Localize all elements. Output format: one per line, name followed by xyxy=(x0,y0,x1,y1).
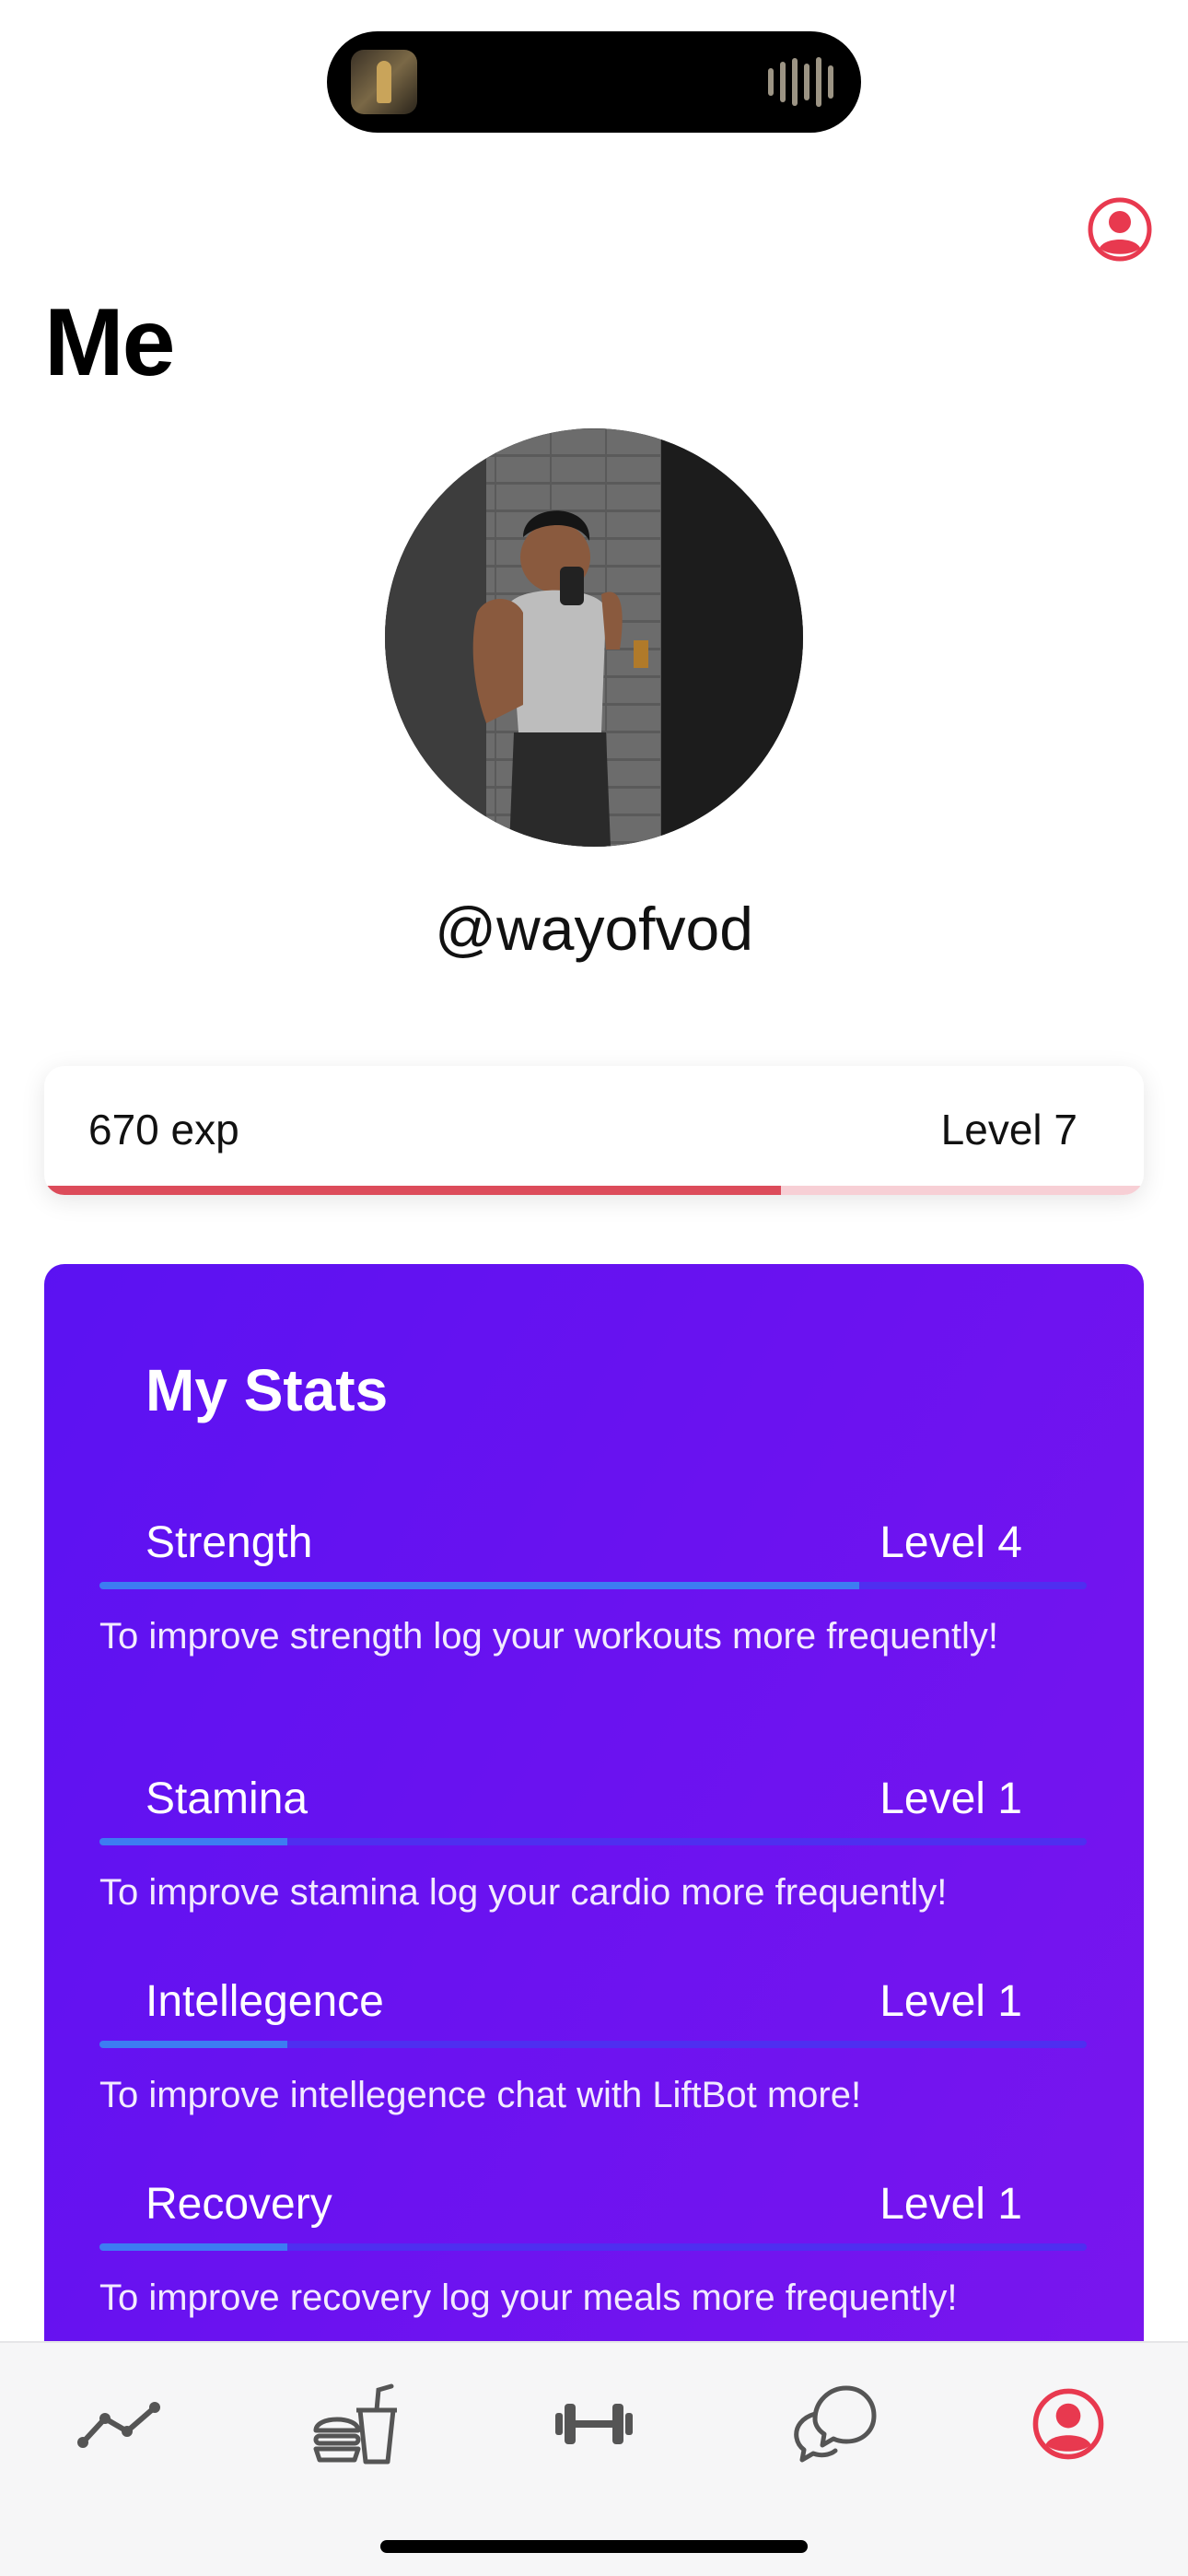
stat-level: Level 1 xyxy=(879,2180,1022,2229)
stat-name: Intellegence xyxy=(146,1977,384,2026)
stat-progress-fill xyxy=(99,1838,287,1845)
stats-title: My Stats xyxy=(146,1357,389,1423)
stat-level: Level 1 xyxy=(879,1774,1022,1823)
stat-progress-fill xyxy=(99,1582,860,1589)
chart-line-icon xyxy=(77,2402,160,2448)
exp-progress-track xyxy=(44,1186,1144,1195)
profile-photo xyxy=(385,428,803,847)
stat-hint: To improve stamina log your cardio more … xyxy=(99,1872,948,1913)
stat-progress-track xyxy=(99,2243,1087,2251)
audio-waveform-icon xyxy=(768,56,833,108)
home-indicator[interactable] xyxy=(380,2540,808,2553)
stat-name: Strength xyxy=(146,1518,313,1567)
stat-hint: To improve recovery log your meals more … xyxy=(99,2277,958,2318)
tab-progress[interactable] xyxy=(69,2380,170,2468)
my-stats-card: My Stats Strength Level 4 To improve str… xyxy=(44,1264,1144,2462)
stat-hint: To improve intellegence chat with LiftBo… xyxy=(99,2075,862,2115)
stat-progress-track xyxy=(99,2041,1087,2048)
tab-workouts[interactable] xyxy=(543,2380,645,2468)
level-label: Level 7 xyxy=(940,1106,1077,1153)
experience-card: 670 exp Level 7 xyxy=(44,1066,1144,1195)
stat-progress-track xyxy=(99,1582,1087,1589)
stat-level: Level 4 xyxy=(879,1518,1022,1567)
exp-label: 670 exp xyxy=(88,1106,239,1153)
avatar[interactable] xyxy=(385,428,803,847)
dynamic-island xyxy=(327,31,861,133)
chat-bubbles-icon xyxy=(794,2385,877,2463)
stat-progress-fill xyxy=(99,2243,287,2251)
username: @wayofvod xyxy=(435,895,753,963)
stat-progress-fill xyxy=(99,2041,287,2048)
now-playing-artwork xyxy=(351,50,417,114)
stat-progress-track xyxy=(99,1838,1087,1845)
person-circle-icon xyxy=(1032,2388,1104,2460)
page-title: Me xyxy=(44,289,175,396)
stat-name: Recovery xyxy=(146,2180,332,2229)
meal-icon xyxy=(313,2383,397,2465)
tab-meals[interactable] xyxy=(304,2380,405,2468)
dumbbell-icon xyxy=(555,2404,633,2444)
stat-level: Level 1 xyxy=(879,1977,1022,2026)
person-circle-icon xyxy=(1088,197,1152,262)
profile-button[interactable] xyxy=(1087,196,1153,263)
stat-name: Stamina xyxy=(146,1774,309,1823)
stat-hint: To improve strength log your workouts mo… xyxy=(99,1616,998,1657)
tab-me[interactable] xyxy=(1018,2380,1119,2468)
exp-progress-fill xyxy=(44,1186,781,1195)
tab-chat[interactable] xyxy=(783,2380,884,2468)
